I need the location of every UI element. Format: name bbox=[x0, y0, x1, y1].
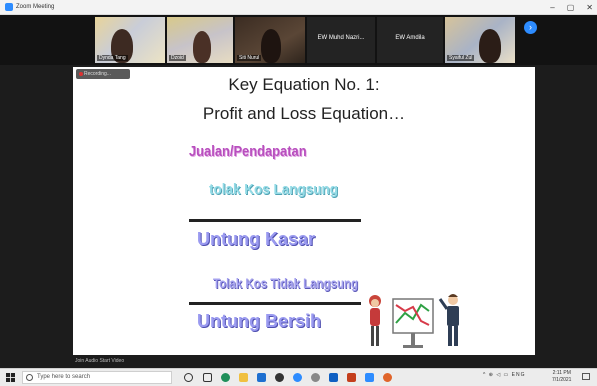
participant-avatar bbox=[479, 29, 501, 63]
search-placeholder: Type here to search bbox=[37, 374, 91, 380]
clock[interactable]: 2:11 PM 7/1/2021 bbox=[552, 370, 571, 384]
search-icon bbox=[26, 374, 33, 381]
title-bar: Zoom Meeting – ▢ ✕ bbox=[0, 0, 597, 15]
word-icon[interactable] bbox=[329, 373, 338, 382]
zoom-icon bbox=[5, 3, 13, 11]
file-explorer-icon[interactable] bbox=[239, 373, 248, 382]
meeting-controls-text[interactable]: Join Audio Start Video bbox=[75, 358, 124, 364]
app-icon[interactable] bbox=[275, 373, 284, 382]
store-icon[interactable] bbox=[257, 373, 266, 382]
task-view-icon[interactable] bbox=[203, 373, 212, 382]
system-tray[interactable]: ^ ⊕ ◁ ▭ ENG bbox=[483, 372, 526, 378]
participant-name: EW Amdila bbox=[395, 35, 425, 41]
close-button[interactable]: ✕ bbox=[586, 3, 593, 12]
powerpoint-icon[interactable] bbox=[347, 373, 356, 382]
app-icon[interactable] bbox=[365, 373, 374, 382]
business-clipart bbox=[369, 294, 459, 348]
meeting-controls: Join Audio Start Video bbox=[0, 357, 597, 367]
participant-tile[interactable]: Dynda Tang bbox=[95, 17, 165, 63]
participant-name: EW Muhd Nazri... bbox=[317, 35, 365, 41]
wordart-less-indirect-cost: Tolak Kos Tidak Langsung bbox=[213, 275, 359, 291]
windows-start-icon[interactable] bbox=[6, 373, 15, 382]
firefox-icon[interactable] bbox=[383, 373, 392, 382]
app-icon[interactable] bbox=[311, 373, 320, 382]
wordart-less-direct-cost: tolak Kos Langsung bbox=[209, 181, 339, 198]
window-title: Zoom Meeting bbox=[16, 4, 55, 10]
notification-icon[interactable] bbox=[582, 373, 590, 380]
participant-tile[interactable]: EW Muhd Nazri... bbox=[307, 17, 375, 63]
shared-screen: Recording... Key Equation No. 1: Profit … bbox=[73, 67, 535, 355]
wordart-sales: Jualan/Pendapatan bbox=[189, 143, 307, 160]
taskbar-search-input[interactable]: Type here to search bbox=[22, 371, 172, 384]
slide-subtitle: Profit and Loss Equation… bbox=[202, 104, 406, 123]
taskbar: Type here to search ^ ⊕ ◁ ▭ ENG 2:11 PM … bbox=[0, 368, 597, 386]
participant-label: Dynda Tang bbox=[97, 55, 128, 61]
participant-avatar bbox=[193, 31, 211, 63]
participant-label: Siti Nurul bbox=[237, 55, 262, 61]
wordart-gross-profit: Untung Kasar bbox=[197, 229, 316, 249]
maximize-button[interactable]: ▢ bbox=[567, 3, 575, 12]
participant-tile[interactable]: Dzoid bbox=[167, 17, 233, 63]
divider-line bbox=[189, 219, 361, 222]
clock-time: 2:11 PM bbox=[552, 370, 571, 376]
participant-tile[interactable]: Syaiful Zul bbox=[445, 17, 515, 63]
wordart-net-profit: Untung Bersih bbox=[197, 311, 321, 331]
divider-line bbox=[189, 302, 361, 305]
edge-icon[interactable] bbox=[221, 373, 230, 382]
participant-tile[interactable]: EW Amdila bbox=[377, 17, 443, 63]
window-controls: – ▢ ✕ bbox=[550, 0, 593, 14]
zoom-taskbar-icon[interactable] bbox=[293, 373, 302, 382]
cortana-icon[interactable] bbox=[184, 373, 193, 382]
participant-strip: Dynda Tang Dzoid Siti Nurul EW Muhd Nazr… bbox=[0, 15, 597, 65]
slide-title: Key Equation No. 1: bbox=[228, 75, 380, 94]
clock-date: 7/1/2021 bbox=[552, 377, 572, 383]
participant-tile[interactable]: Siti Nurul bbox=[235, 17, 305, 63]
participant-avatar bbox=[261, 29, 281, 63]
minimize-button[interactable]: – bbox=[550, 3, 554, 12]
participant-label: Syaiful Zul bbox=[447, 55, 475, 61]
participant-label: Dzoid bbox=[169, 55, 186, 61]
next-page-button[interactable]: › bbox=[524, 21, 537, 34]
